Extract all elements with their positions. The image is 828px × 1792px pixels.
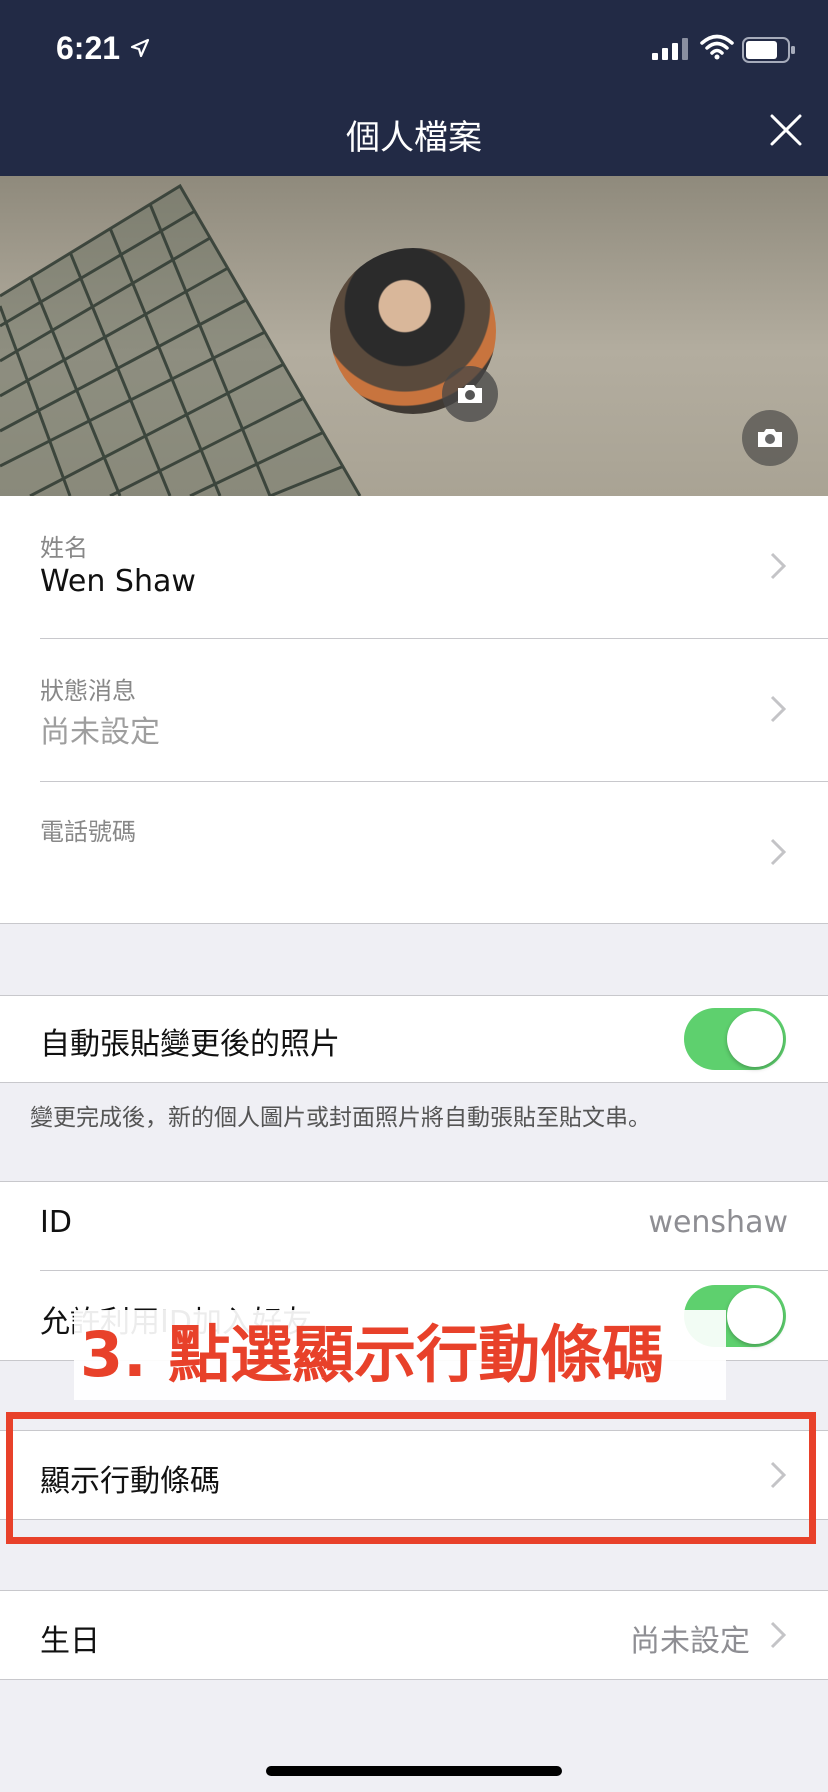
chevron-right-icon	[770, 838, 786, 866]
toggle-knob	[727, 1288, 783, 1344]
divider	[0, 1679, 828, 1680]
annotation-highlight-box	[6, 1412, 816, 1544]
name-label: 姓名	[40, 534, 88, 562]
home-indicator[interactable]	[266, 1766, 562, 1776]
cover-camera-button[interactable]	[742, 410, 798, 466]
cover-photo[interactable]	[0, 176, 828, 496]
divider	[0, 995, 828, 996]
page-title: 個人檔案	[346, 118, 482, 158]
auto-post-section: 自動張貼變更後的照片	[0, 995, 828, 1083]
birthday-section: 生日 尚未設定	[0, 1590, 828, 1680]
id-row[interactable]: ID wenshaw	[0, 1181, 828, 1270]
auto-post-toggle[interactable]	[684, 1008, 786, 1070]
birthday-value: 尚未設定	[630, 1624, 750, 1659]
birthday-label: 生日	[40, 1624, 100, 1659]
camera-icon	[758, 429, 782, 447]
divider	[0, 923, 828, 924]
status-bar: 6:21	[0, 0, 828, 100]
status-message-value: 尚未設定	[40, 715, 160, 750]
nav-bar: 個人檔案	[0, 100, 828, 176]
status-message-label: 狀態消息	[40, 677, 136, 705]
cellular-signal-icon	[652, 38, 688, 60]
toggle-knob	[727, 1011, 783, 1067]
annotation-step-label: 3. 點選顯示行動條碼	[74, 1310, 726, 1400]
camera-icon	[458, 385, 482, 403]
phone-label: 電話號碼	[40, 818, 136, 846]
birthday-row[interactable]: 生日 尚未設定	[0, 1590, 828, 1680]
name-row[interactable]: 姓名 Wen Shaw	[0, 496, 828, 638]
id-value: wenshaw	[648, 1205, 788, 1240]
phone-row[interactable]: 電話號碼	[0, 782, 828, 924]
chevron-right-icon	[770, 695, 786, 723]
battery-icon	[742, 37, 795, 63]
location-arrow-icon	[130, 38, 150, 58]
divider	[0, 1082, 828, 1083]
wifi-icon	[700, 34, 734, 60]
chevron-right-icon	[770, 1621, 786, 1649]
close-icon[interactable]	[764, 108, 808, 152]
status-message-row[interactable]: 狀態消息 尚未設定	[0, 639, 828, 781]
chevron-right-icon	[770, 552, 786, 580]
auto-post-footnote: 變更完成後，新的個人圖片或封面照片將自動張貼至貼文串。	[30, 1105, 651, 1131]
status-time: 6:21	[56, 30, 121, 66]
name-value: Wen Shaw	[40, 564, 196, 599]
avatar-camera-button[interactable]	[442, 366, 498, 422]
auto-post-label: 自動張貼變更後的照片	[40, 1027, 340, 1062]
id-label: ID	[40, 1205, 72, 1240]
profile-info-section: 姓名 Wen Shaw 狀態消息 尚未設定 電話號碼	[0, 496, 828, 924]
